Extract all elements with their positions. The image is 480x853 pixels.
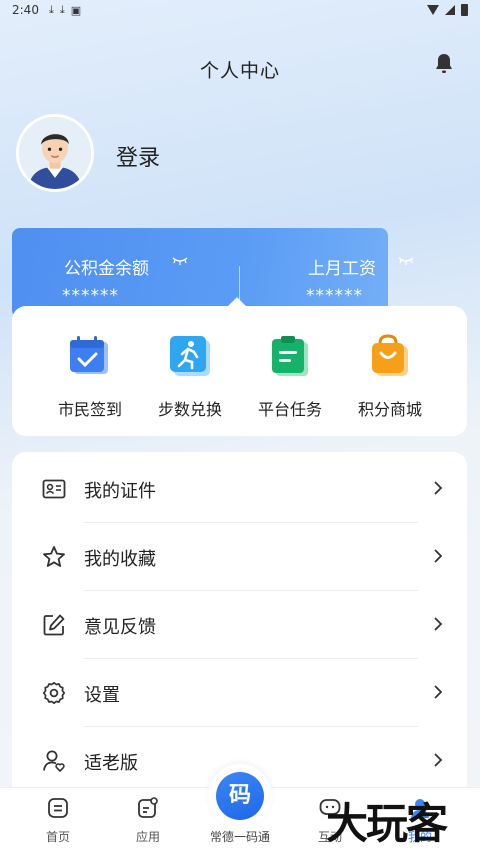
- menu-item-certificates[interactable]: 我的证件: [12, 455, 467, 523]
- menu-item-label: 意见反馈: [84, 617, 156, 638]
- quick-action-label: 市民签到: [57, 400, 122, 419]
- nav-label: 应用: [135, 830, 160, 844]
- shopping-bag-icon: [372, 334, 408, 376]
- quick-action-checkin[interactable]: 市民签到: [40, 334, 140, 420]
- download-icon: ⤓: [59, 3, 65, 16]
- chevron-right-icon: [434, 685, 443, 699]
- chevron-right-icon: [434, 549, 443, 563]
- menu-item-label: 适老版: [84, 753, 138, 774]
- housing-fund-value: ******: [62, 286, 119, 306]
- quick-action-label: 平台任务: [257, 400, 322, 419]
- housing-fund-label: 公积金余额: [64, 259, 149, 279]
- menu-item-feedback[interactable]: 意见反馈: [12, 591, 467, 659]
- eye-closed-icon[interactable]: [172, 256, 188, 266]
- quick-action-steps[interactable]: 步数兑换: [140, 334, 240, 420]
- wifi-icon: [427, 5, 439, 15]
- status-time: 2:40: [12, 3, 39, 17]
- eye-closed-icon[interactable]: [398, 256, 414, 266]
- menu-item-label: 设置: [84, 685, 120, 706]
- id-card-icon: [42, 479, 66, 499]
- menu-item-favorites[interactable]: 我的收藏: [12, 523, 467, 591]
- login-link[interactable]: 登录: [116, 140, 160, 172]
- quick-action-tasks[interactable]: 平台任务: [240, 334, 340, 420]
- last-salary-label: 上月工资: [308, 259, 376, 279]
- star-icon: [43, 546, 65, 567]
- notification-icon: ▣: [70, 3, 82, 17]
- qr-code-icon[interactable]: 码: [216, 772, 264, 820]
- menu-item-settings[interactable]: 设置: [12, 659, 467, 727]
- calendar-check-icon: [70, 336, 108, 374]
- clipboard-icon: [272, 336, 308, 376]
- menu-item-label: 我的收藏: [84, 549, 156, 570]
- status-bar: 2:40 ⤓ ⤓ ▣: [0, 0, 480, 20]
- quick-action-label: 积分商城: [357, 400, 422, 419]
- bell-icon[interactable]: [432, 52, 456, 76]
- menu-item-label: 我的证件: [84, 481, 156, 502]
- watermark: 大玩客: [326, 799, 448, 848]
- gear-icon: [42, 681, 66, 705]
- elder-user-icon: [43, 750, 65, 772]
- chevron-right-icon: [434, 481, 443, 495]
- nav-apps[interactable]: 应用: [108, 796, 188, 845]
- chevron-right-icon: [434, 753, 443, 767]
- page-title: 个人中心: [199, 60, 280, 82]
- running-icon: [170, 336, 210, 376]
- download-icon: ⤓: [48, 3, 54, 16]
- edit-icon: [43, 614, 65, 636]
- fund-divider: [239, 266, 240, 302]
- apps-icon: [138, 797, 158, 818]
- last-salary-value: ******: [306, 286, 363, 306]
- chevron-right-icon: [434, 617, 443, 631]
- nav-label: 首页: [45, 830, 70, 844]
- quick-action-label: 步数兑换: [157, 400, 222, 419]
- signal-icon: [445, 5, 455, 15]
- quick-action-mall[interactable]: 积分商城: [340, 334, 440, 420]
- nav-home[interactable]: 首页: [18, 796, 98, 845]
- avatar[interactable]: [16, 114, 94, 192]
- home-icon: [48, 798, 68, 818]
- battery-icon: [461, 4, 468, 16]
- nav-label-qr: 常德一码通: [209, 830, 270, 844]
